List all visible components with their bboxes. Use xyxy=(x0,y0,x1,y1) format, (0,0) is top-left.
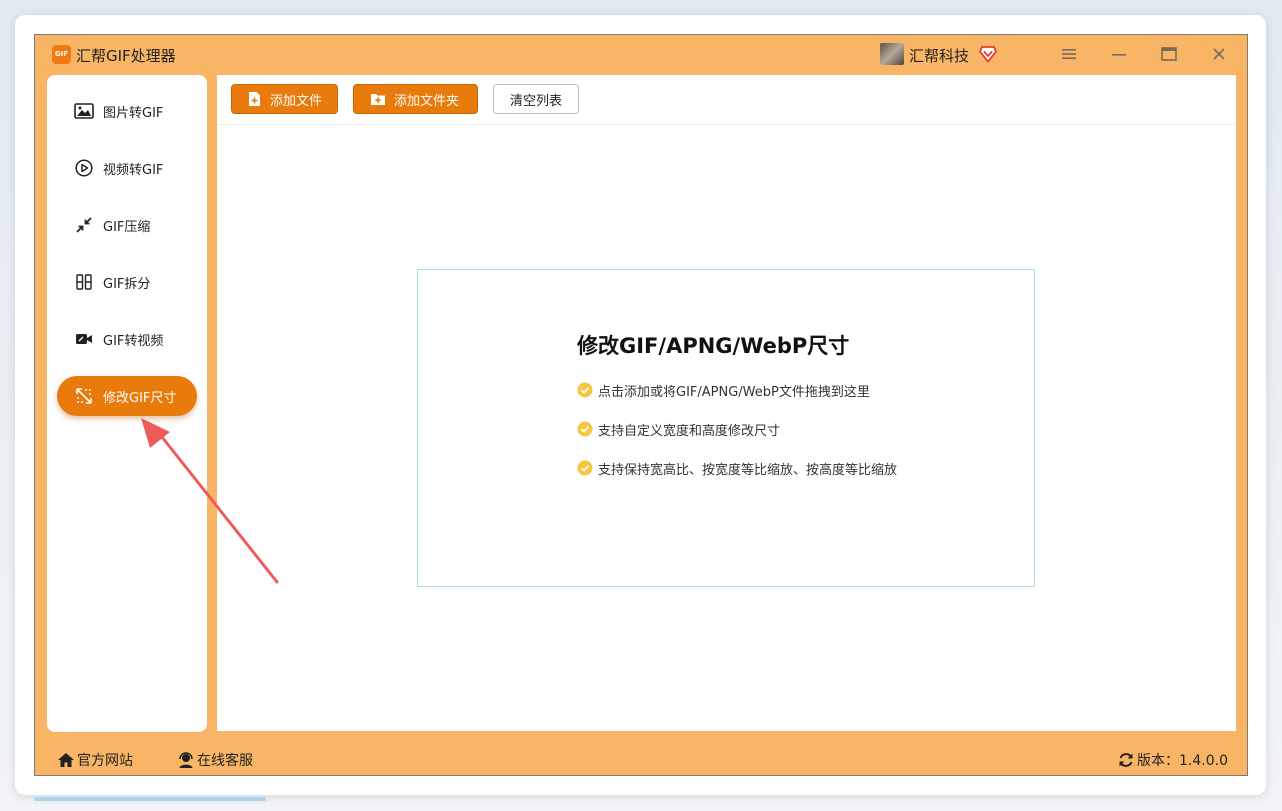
sidebar: 图片转GIF 视频转GIF GIF压缩 GIF拆分 GIF转视频 修改GIF尺寸 xyxy=(47,75,207,732)
minimize-button[interactable] xyxy=(1104,41,1134,67)
add-folder-icon xyxy=(370,91,386,107)
feature-item: 点击添加或将GIF/APNG/WebP文件拖拽到这里 xyxy=(577,380,870,400)
sidebar-item-label: 视频转GIF xyxy=(103,162,164,178)
title-bar: GIF 汇帮GIF处理器 汇帮科技 xyxy=(35,35,1247,73)
add-folder-label: 添加文件夹 xyxy=(394,93,460,109)
add-file-label: 添加文件 xyxy=(270,93,323,109)
play-icon xyxy=(73,159,95,177)
version-check[interactable]: 版本：1.4.0.0 xyxy=(1117,750,1228,770)
main-panel: 添加文件 添加文件夹 清空列表 修改GIF/APNG/WebP尺寸 点击添加或将… xyxy=(217,75,1236,731)
sidebar-item-gif-compress[interactable]: GIF压缩 xyxy=(57,205,197,245)
sidebar-item-video-to-gif[interactable]: 视频转GIF xyxy=(57,148,197,188)
feature-item: 支持保持宽高比、按宽度等比缩放、按高度等比缩放 xyxy=(577,458,897,478)
split-icon xyxy=(73,273,95,291)
file-drop-zone[interactable]: 修改GIF/APNG/WebP尺寸 点击添加或将GIF/APNG/WebP文件拖… xyxy=(417,269,1035,587)
hamburger-icon xyxy=(1062,49,1076,59)
sidebar-item-gif-resize[interactable]: 修改GIF尺寸 xyxy=(57,376,197,416)
online-support-link[interactable]: 在线客服 xyxy=(177,750,253,770)
feature-text: 支持自定义宽度和高度修改尺寸 xyxy=(598,423,781,439)
add-file-button[interactable]: 添加文件 xyxy=(231,84,338,114)
app-title: 汇帮GIF处理器 xyxy=(76,47,176,65)
online-support-label: 在线客服 xyxy=(197,753,253,769)
drop-zone-title: 修改GIF/APNG/WebP尺寸 xyxy=(577,334,850,358)
app-window: GIF 汇帮GIF处理器 汇帮科技 图片转GIF 视频转GIF GIF压缩 GI… xyxy=(34,34,1248,776)
close-button[interactable] xyxy=(1204,41,1234,67)
refresh-icon xyxy=(1117,751,1135,769)
user-name[interactable]: 汇帮科技 xyxy=(909,45,969,66)
official-website-label: 官方网站 xyxy=(77,753,133,769)
menu-button[interactable] xyxy=(1054,41,1084,67)
minimize-icon xyxy=(1112,54,1126,56)
taskbar-accent xyxy=(34,797,266,801)
video-camera-icon xyxy=(73,330,95,348)
vip-diamond-icon[interactable] xyxy=(979,45,997,63)
maximize-icon xyxy=(1161,47,1177,61)
image-icon xyxy=(73,102,95,120)
check-circle-icon xyxy=(577,460,593,476)
resize-icon xyxy=(73,387,95,405)
check-circle-icon xyxy=(577,382,593,398)
clear-list-button[interactable]: 清空列表 xyxy=(493,84,579,114)
feature-item: 支持自定义宽度和高度修改尺寸 xyxy=(577,419,780,439)
sidebar-item-label: GIF压缩 xyxy=(103,219,151,235)
feature-text: 支持保持宽高比、按宽度等比缩放、按高度等比缩放 xyxy=(598,462,898,478)
home-icon xyxy=(57,751,75,769)
official-website-link[interactable]: 官方网站 xyxy=(57,750,133,770)
sidebar-item-gif-to-video[interactable]: GIF转视频 xyxy=(57,319,197,359)
user-avatar[interactable] xyxy=(880,43,904,65)
add-file-icon xyxy=(248,91,262,107)
check-circle-icon xyxy=(577,421,593,437)
clear-list-label: 清空列表 xyxy=(509,93,562,109)
status-bar: 官方网站 在线客服 版本：1.4.0.0 xyxy=(35,743,1247,775)
sidebar-item-label: 图片转GIF xyxy=(103,105,164,121)
compress-icon xyxy=(73,216,95,234)
feature-text: 点击添加或将GIF/APNG/WebP文件拖拽到这里 xyxy=(598,384,870,400)
headset-icon xyxy=(177,751,195,769)
sidebar-item-image-to-gif[interactable]: 图片转GIF xyxy=(57,91,197,131)
maximize-button[interactable] xyxy=(1154,41,1184,67)
sidebar-item-label: GIF转视频 xyxy=(103,333,164,349)
sidebar-item-gif-split[interactable]: GIF拆分 xyxy=(57,262,197,302)
app-logo-icon: GIF xyxy=(52,45,71,64)
version-label: 版本：1.4.0.0 xyxy=(1137,753,1228,769)
sidebar-item-label: GIF拆分 xyxy=(103,276,151,292)
sidebar-item-label: 修改GIF尺寸 xyxy=(103,390,177,406)
close-icon xyxy=(1213,48,1225,60)
add-folder-button[interactable]: 添加文件夹 xyxy=(353,84,478,114)
toolbar: 添加文件 添加文件夹 清空列表 xyxy=(217,75,1236,125)
